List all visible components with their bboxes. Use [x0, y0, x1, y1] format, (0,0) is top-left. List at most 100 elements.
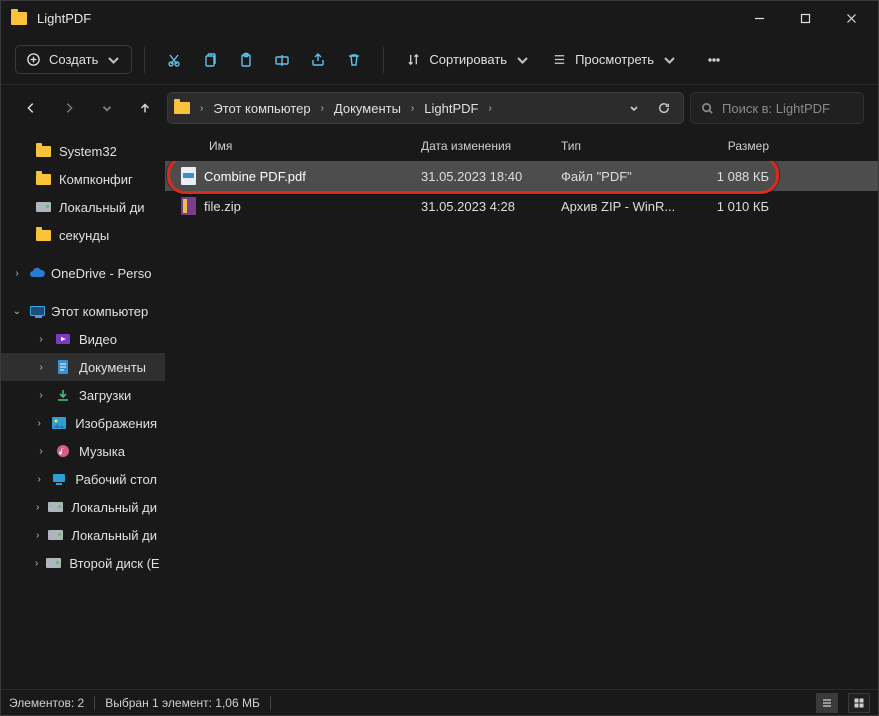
- thumbnails-view-button[interactable]: [848, 693, 870, 713]
- chevron-right-icon[interactable]: ›: [486, 103, 493, 114]
- sidebar-item[interactable]: › Документы: [1, 353, 165, 381]
- chevron-right-icon[interactable]: ›: [35, 333, 47, 345]
- separator: [383, 47, 384, 73]
- chevron-right-icon[interactable]: ›: [35, 445, 47, 457]
- address-bar[interactable]: › Этот компьютер › Документы › LightPDF …: [167, 92, 684, 124]
- refresh-button[interactable]: [651, 95, 677, 121]
- sidebar-item-label: Компконфиг: [59, 172, 133, 187]
- nav-row: › Этот компьютер › Документы › LightPDF …: [1, 85, 878, 131]
- chevron-right-icon[interactable]: ›: [35, 389, 47, 401]
- chevron-right-icon[interactable]: ›: [35, 361, 47, 373]
- sidebar-item[interactable]: ›Локальный ди: [1, 493, 165, 521]
- sidebar-item[interactable]: Локальный ди: [1, 193, 165, 221]
- sidebar-item-label: Видео: [79, 332, 117, 347]
- folder-icon: [174, 102, 190, 114]
- search-input[interactable]: Поиск в: LightPDF: [690, 92, 864, 124]
- sidebar-item[interactable]: System32: [1, 137, 165, 165]
- maximize-button[interactable]: [782, 1, 828, 35]
- file-date: 31.05.2023 4:28: [421, 199, 561, 214]
- chevron-right-icon[interactable]: ›: [319, 103, 326, 114]
- chevron-right-icon[interactable]: ›: [35, 557, 38, 569]
- paste-button[interactable]: [229, 43, 263, 77]
- col-name[interactable]: Имя: [165, 139, 421, 153]
- cut-button[interactable]: [157, 43, 191, 77]
- chevron-right-icon[interactable]: ›: [35, 417, 43, 429]
- status-selection: Выбран 1 элемент: 1,06 МБ: [105, 696, 260, 710]
- recent-locations-button[interactable]: [91, 92, 123, 124]
- separator: [94, 696, 95, 710]
- view-button-label: Просмотреть: [575, 52, 654, 67]
- sidebar-item-thispc[interactable]: ⌄ Этот компьютер: [1, 297, 165, 325]
- body: System32 Компконфиг Локальный ди секунды…: [1, 131, 878, 689]
- sort-button[interactable]: Сортировать: [396, 46, 540, 73]
- breadcrumb[interactable]: LightPDF: [418, 97, 484, 120]
- chevron-right-icon[interactable]: ›: [409, 103, 416, 114]
- sidebar-item[interactable]: › Музыка: [1, 437, 165, 465]
- breadcrumb[interactable]: Этот компьютер: [207, 97, 316, 120]
- zip-icon: [181, 197, 196, 215]
- sidebar-item[interactable]: › Рабочий стол: [1, 465, 165, 493]
- sidebar-item-label: Локальный ди: [71, 528, 157, 543]
- window-title: LightPDF: [37, 11, 736, 26]
- file-name: Combine PDF.pdf: [204, 169, 306, 184]
- sidebar-item[interactable]: › Загрузки: [1, 381, 165, 409]
- copy-button[interactable]: [193, 43, 227, 77]
- chevron-right-icon[interactable]: ›: [11, 267, 23, 279]
- chevron-down-icon[interactable]: ⌄: [11, 305, 23, 317]
- more-button[interactable]: [697, 43, 731, 77]
- sidebar-item[interactable]: ›Второй диск (E: [1, 549, 165, 577]
- file-row[interactable]: file.zip 31.05.2023 4:28Архив ZIP - WinR.…: [165, 191, 878, 221]
- chevron-right-icon[interactable]: ›: [35, 473, 43, 485]
- monitor-icon: [29, 303, 45, 319]
- file-type: Архив ZIP - WinR...: [561, 199, 691, 214]
- col-type[interactable]: Тип: [561, 139, 691, 153]
- file-size: 1 010 КБ: [691, 199, 785, 214]
- file-row[interactable]: Combine PDF.pdf31.05.2023 18:40Файл "PDF…: [165, 161, 878, 191]
- breadcrumb[interactable]: Документы: [328, 97, 407, 120]
- separator: [144, 47, 145, 73]
- sidebar-item-label: OneDrive - Perso: [51, 266, 151, 281]
- view-button[interactable]: Просмотреть: [542, 46, 687, 73]
- details-view-button[interactable]: [816, 693, 838, 713]
- forward-button[interactable]: [53, 92, 85, 124]
- file-list[interactable]: Combine PDF.pdf31.05.2023 18:40Файл "PDF…: [165, 161, 878, 689]
- col-date[interactable]: Дата изменения: [421, 139, 561, 153]
- sidebar-item-label: Документы: [79, 360, 146, 375]
- new-button-label: Создать: [49, 52, 98, 67]
- delete-button[interactable]: [337, 43, 371, 77]
- sidebar-item[interactable]: Компконфиг: [1, 165, 165, 193]
- rename-button[interactable]: [265, 43, 299, 77]
- column-headers: Имя Дата изменения Тип Размер: [165, 131, 878, 161]
- sidebar: System32 Компконфиг Локальный ди секунды…: [1, 131, 165, 689]
- new-button[interactable]: Создать: [15, 45, 132, 74]
- sidebar-item[interactable]: › Видео: [1, 325, 165, 353]
- sidebar-item-label: System32: [59, 144, 117, 159]
- up-button[interactable]: [129, 92, 161, 124]
- explorer-window: LightPDF Создать Сортировать: [0, 0, 879, 716]
- chevron-right-icon[interactable]: ›: [35, 501, 40, 513]
- chevron-right-icon[interactable]: ›: [35, 529, 40, 541]
- minimize-button[interactable]: [736, 1, 782, 35]
- sidebar-item-label: Загрузки: [79, 388, 131, 403]
- sidebar-item-onedrive[interactable]: › OneDrive - Perso: [1, 259, 165, 287]
- folder-icon: [11, 12, 27, 25]
- sidebar-item[interactable]: › Локальный ди: [1, 521, 165, 549]
- search-icon: [701, 102, 714, 115]
- sidebar-item[interactable]: секунды: [1, 221, 165, 249]
- sidebar-item-label: Изображения: [75, 416, 157, 431]
- share-button[interactable]: [301, 43, 335, 77]
- addr-dropdown-button[interactable]: [621, 95, 647, 121]
- titlebar: LightPDF: [1, 1, 878, 35]
- close-button[interactable]: [828, 1, 874, 35]
- separator: [270, 696, 271, 710]
- file-name: file.zip: [204, 199, 241, 214]
- search-placeholder: Поиск в: LightPDF: [722, 101, 830, 116]
- cloud-icon: [29, 265, 45, 281]
- back-button[interactable]: [15, 92, 47, 124]
- chevron-right-icon[interactable]: ›: [198, 103, 205, 114]
- sidebar-item-label: Рабочий стол: [75, 472, 157, 487]
- file-view: Имя Дата изменения Тип Размер Combine PD…: [165, 131, 878, 689]
- col-size[interactable]: Размер: [691, 139, 785, 153]
- sidebar-item[interactable]: › Изображения: [1, 409, 165, 437]
- sidebar-item-label: Музыка: [79, 444, 125, 459]
